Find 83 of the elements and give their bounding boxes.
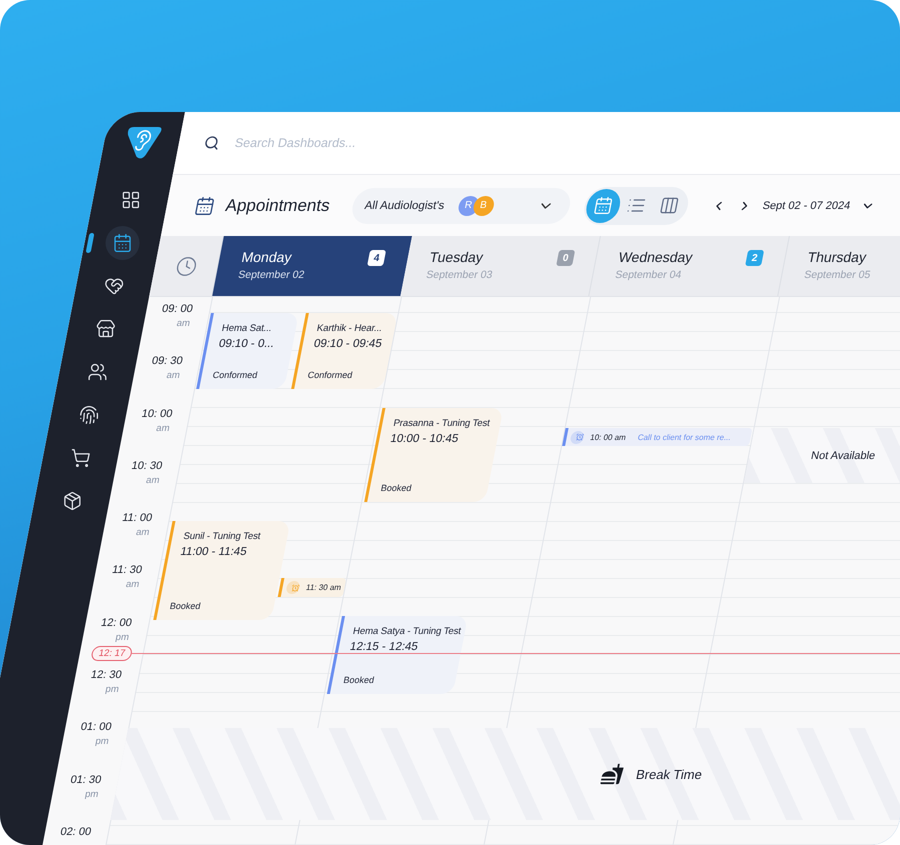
event-status: Booked — [380, 483, 414, 493]
alarm-icon — [569, 430, 585, 444]
reminder-time: 10: 00 am — [589, 432, 627, 442]
active-indicator — [86, 233, 94, 253]
appointment-card[interactable]: Karthik - Hear... 09:10 - 09:45 Conformed — [291, 313, 398, 389]
time-label: 01: 30 — [69, 774, 102, 786]
period-label: am — [124, 579, 140, 590]
current-time-badge: 12: 17 — [90, 646, 134, 660]
time-label: 01: 00 — [80, 721, 113, 734]
event-title: Karthik - Hear... — [316, 323, 384, 334]
period-label: am — [176, 318, 191, 329]
table-icon — [658, 196, 681, 215]
event-time: 10:00 - 10:45 — [389, 433, 460, 445]
time-label: 12: 30 — [90, 669, 123, 682]
day-name: Thursday — [806, 249, 869, 265]
time-label: 02: 00 — [59, 826, 92, 838]
event-title: Hema Satya - Tuning Test — [352, 626, 463, 637]
search-field[interactable]: Search Dashboards... — [234, 136, 556, 150]
event-time: 09:10 - 0... — [218, 338, 276, 350]
time-label: 12: 00 — [100, 616, 133, 629]
event-time: 12:15 - 12:45 — [348, 641, 420, 653]
box-icon — [62, 491, 82, 511]
day-header[interactable]: Tuesday September 03 0 — [414, 236, 601, 296]
time-label: 11: 00 — [121, 512, 154, 524]
nav-button[interactable] — [105, 226, 140, 260]
day-name: Tuesday — [428, 249, 486, 265]
reminder-chip[interactable]: 10: 00 am Call to client for some re... — [562, 428, 753, 446]
appointment-card[interactable]: Prasanna - Tuning Test 10:00 - 10:45 Booked — [364, 408, 504, 502]
calendar-icon — [112, 233, 132, 253]
day-header[interactable]: Wednesday September 04 2 — [603, 236, 790, 296]
count-badge: 0 — [556, 250, 576, 266]
page-title: Appointments — [224, 196, 332, 216]
appointment-card[interactable]: Sunil - Tuning Test 11:00 - 11:45 Booked — [153, 521, 290, 620]
store-icon — [95, 319, 116, 339]
event-status: Conformed — [212, 370, 260, 380]
reminder-time: 11: 30 am — [305, 583, 342, 592]
event-status: Conformed — [306, 370, 354, 380]
event-title: Prasanna - Tuning Test — [392, 418, 492, 429]
cart-icon — [70, 448, 90, 468]
time-label: 10: 30 — [130, 460, 164, 472]
time-label: 11: 30 — [110, 564, 144, 576]
day-date: September 05 — [803, 269, 872, 281]
period-label: pm — [104, 684, 120, 696]
date-range-dropdown[interactable]: Sept 02 - 07 2024 — [761, 198, 877, 212]
heart-handshake-icon — [104, 276, 124, 296]
period-label: pm — [114, 632, 130, 643]
day-header[interactable]: Thursday September 05 — [792, 236, 900, 296]
day-date: September 03 — [425, 269, 494, 281]
count-badge: 2 — [745, 250, 764, 266]
time-label: 10: 00 — [140, 408, 174, 420]
reminder-chip[interactable]: 11: 30 am — [278, 578, 346, 597]
day-name: Wednesday — [617, 249, 694, 265]
unavailable-label: Not Available — [810, 450, 876, 462]
calendar-icon — [192, 196, 217, 216]
calendar-icon — [592, 196, 615, 215]
event-status: Booked — [342, 675, 376, 685]
count-badge: 4 — [367, 250, 386, 266]
event-title: Sunil - Tuning Test — [182, 531, 262, 542]
period-label: am — [155, 422, 171, 434]
event-title: Hema Sat... — [220, 323, 274, 334]
reminder-note: Call to client for some re... — [637, 432, 732, 442]
event-time: 09:10 - 09:45 — [312, 338, 384, 350]
day-header[interactable]: Monday September 02 4 — [212, 236, 412, 296]
fingerprint-icon — [78, 405, 99, 425]
event-status: Booked — [169, 601, 202, 611]
day-name: Monday — [240, 249, 294, 265]
time-label: 09: 30 — [150, 355, 184, 368]
period-label: am — [165, 370, 181, 382]
alarm-icon — [284, 581, 300, 594]
appointment-card[interactable]: Hema Satya - Tuning Test 12:15 - 12:45 Booked — [326, 616, 468, 694]
day-date: September 02 — [237, 269, 306, 281]
food-icon — [599, 763, 626, 785]
period-label: am — [134, 527, 150, 538]
time-label: 09: 00 — [160, 303, 194, 315]
appointment-card[interactable]: Hema Sat... 09:10 - 0... Conformed — [196, 313, 299, 389]
day-date: September 04 — [614, 269, 684, 281]
break-label: Break Time — [634, 766, 704, 782]
period-label: pm — [94, 736, 110, 748]
grid-icon — [120, 190, 140, 210]
period-label: am — [145, 474, 160, 486]
users-icon — [86, 362, 107, 382]
period-label: pm — [84, 788, 100, 800]
event-time: 11:00 - 11:45 — [179, 546, 249, 558]
